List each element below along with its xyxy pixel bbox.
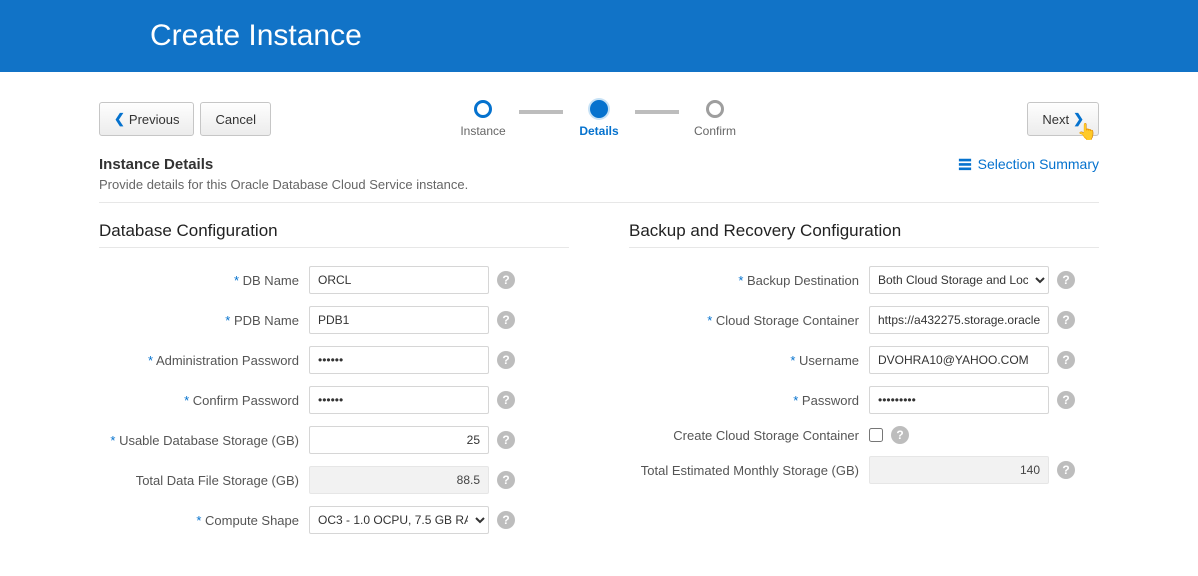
action-bar: ❮ Previous Cancel Instance Details Confi… [99, 72, 1099, 156]
chevron-right-icon: ❯ [1073, 111, 1084, 127]
admin-password-input[interactable] [309, 346, 489, 374]
wizard-steps: Instance Details Confirm [447, 100, 751, 138]
next-button[interactable]: Next ❯ [1027, 102, 1099, 136]
page-banner: Create Instance [0, 0, 1198, 72]
help-icon[interactable]: ? [497, 471, 515, 489]
help-icon[interactable]: ? [1057, 311, 1075, 329]
step-label: Instance [460, 124, 505, 138]
username-label: Username [629, 353, 869, 368]
wizard-step-details[interactable]: Details [563, 100, 635, 138]
confirm-password-label: Confirm Password [99, 393, 309, 408]
username-input[interactable] [869, 346, 1049, 374]
total-storage-output [309, 466, 489, 494]
backup-config-panel: Backup and Recovery Configuration Backup… [629, 221, 1099, 546]
password-label: Password [629, 393, 869, 408]
pdb-name-label: PDB Name [99, 313, 309, 328]
section-subtitle: Provide details for this Oracle Database… [99, 177, 468, 192]
step-label: Details [579, 124, 618, 138]
step-circle-icon [474, 100, 492, 118]
wizard-step-confirm[interactable]: Confirm [679, 100, 751, 138]
chevron-left-icon: ❮ [114, 111, 125, 127]
db-config-heading: Database Configuration [99, 221, 569, 248]
total-storage-label: Total Data File Storage (GB) [99, 473, 309, 488]
database-config-panel: Database Configuration DB Name ? PDB Nam… [99, 221, 569, 546]
admin-password-label: Administration Password [99, 353, 309, 368]
summary-link-label: Selection Summary [978, 156, 1099, 172]
help-icon[interactable]: ? [891, 426, 909, 444]
help-icon[interactable]: ? [497, 351, 515, 369]
confirm-password-input[interactable] [309, 386, 489, 414]
step-connector [635, 110, 679, 114]
help-icon[interactable]: ? [1057, 351, 1075, 369]
section-title: Instance Details [99, 156, 468, 173]
help-icon[interactable]: ? [497, 271, 515, 289]
help-icon[interactable]: ? [497, 431, 515, 449]
summary-icon [958, 157, 972, 171]
create-container-checkbox[interactable] [869, 428, 883, 442]
page-title: Create Instance [150, 19, 362, 53]
db-name-label: DB Name [99, 273, 309, 288]
password-input[interactable] [869, 386, 1049, 414]
pdb-name-input[interactable] [309, 306, 489, 334]
help-icon[interactable]: ? [497, 511, 515, 529]
step-label: Confirm [694, 124, 736, 138]
help-icon[interactable]: ? [1057, 461, 1075, 479]
cancel-button[interactable]: Cancel [200, 102, 270, 136]
wizard-step-instance[interactable]: Instance [447, 100, 519, 138]
previous-button[interactable]: ❮ Previous [99, 102, 194, 136]
section-header: Instance Details Provide details for thi… [99, 156, 468, 192]
step-connector [519, 110, 563, 114]
backup-destination-select[interactable]: Both Cloud Storage and Local [869, 266, 1049, 294]
step-circle-icon [706, 100, 724, 118]
cloud-container-input[interactable] [869, 306, 1049, 334]
est-storage-output [869, 456, 1049, 484]
help-icon[interactable]: ? [1057, 391, 1075, 409]
compute-shape-label: Compute Shape [99, 513, 309, 528]
est-storage-label: Total Estimated Monthly Storage (GB) [629, 463, 869, 478]
compute-shape-select[interactable]: OC3 - 1.0 OCPU, 7.5 GB RAM [309, 506, 489, 534]
cloud-container-label: Cloud Storage Container [629, 313, 869, 328]
cancel-label: Cancel [215, 112, 255, 127]
backup-destination-label: Backup Destination [629, 273, 869, 288]
next-label: Next [1042, 112, 1069, 127]
selection-summary-link[interactable]: Selection Summary [958, 156, 1099, 172]
backup-config-heading: Backup and Recovery Configuration [629, 221, 1099, 248]
help-icon[interactable]: ? [1057, 271, 1075, 289]
usable-storage-input[interactable] [309, 426, 489, 454]
usable-storage-label: Usable Database Storage (GB) [99, 433, 309, 448]
previous-label: Previous [129, 112, 180, 127]
create-container-label: Create Cloud Storage Container [629, 428, 869, 443]
db-name-input[interactable] [309, 266, 489, 294]
step-circle-icon [590, 100, 608, 118]
help-icon[interactable]: ? [497, 311, 515, 329]
help-icon[interactable]: ? [497, 391, 515, 409]
